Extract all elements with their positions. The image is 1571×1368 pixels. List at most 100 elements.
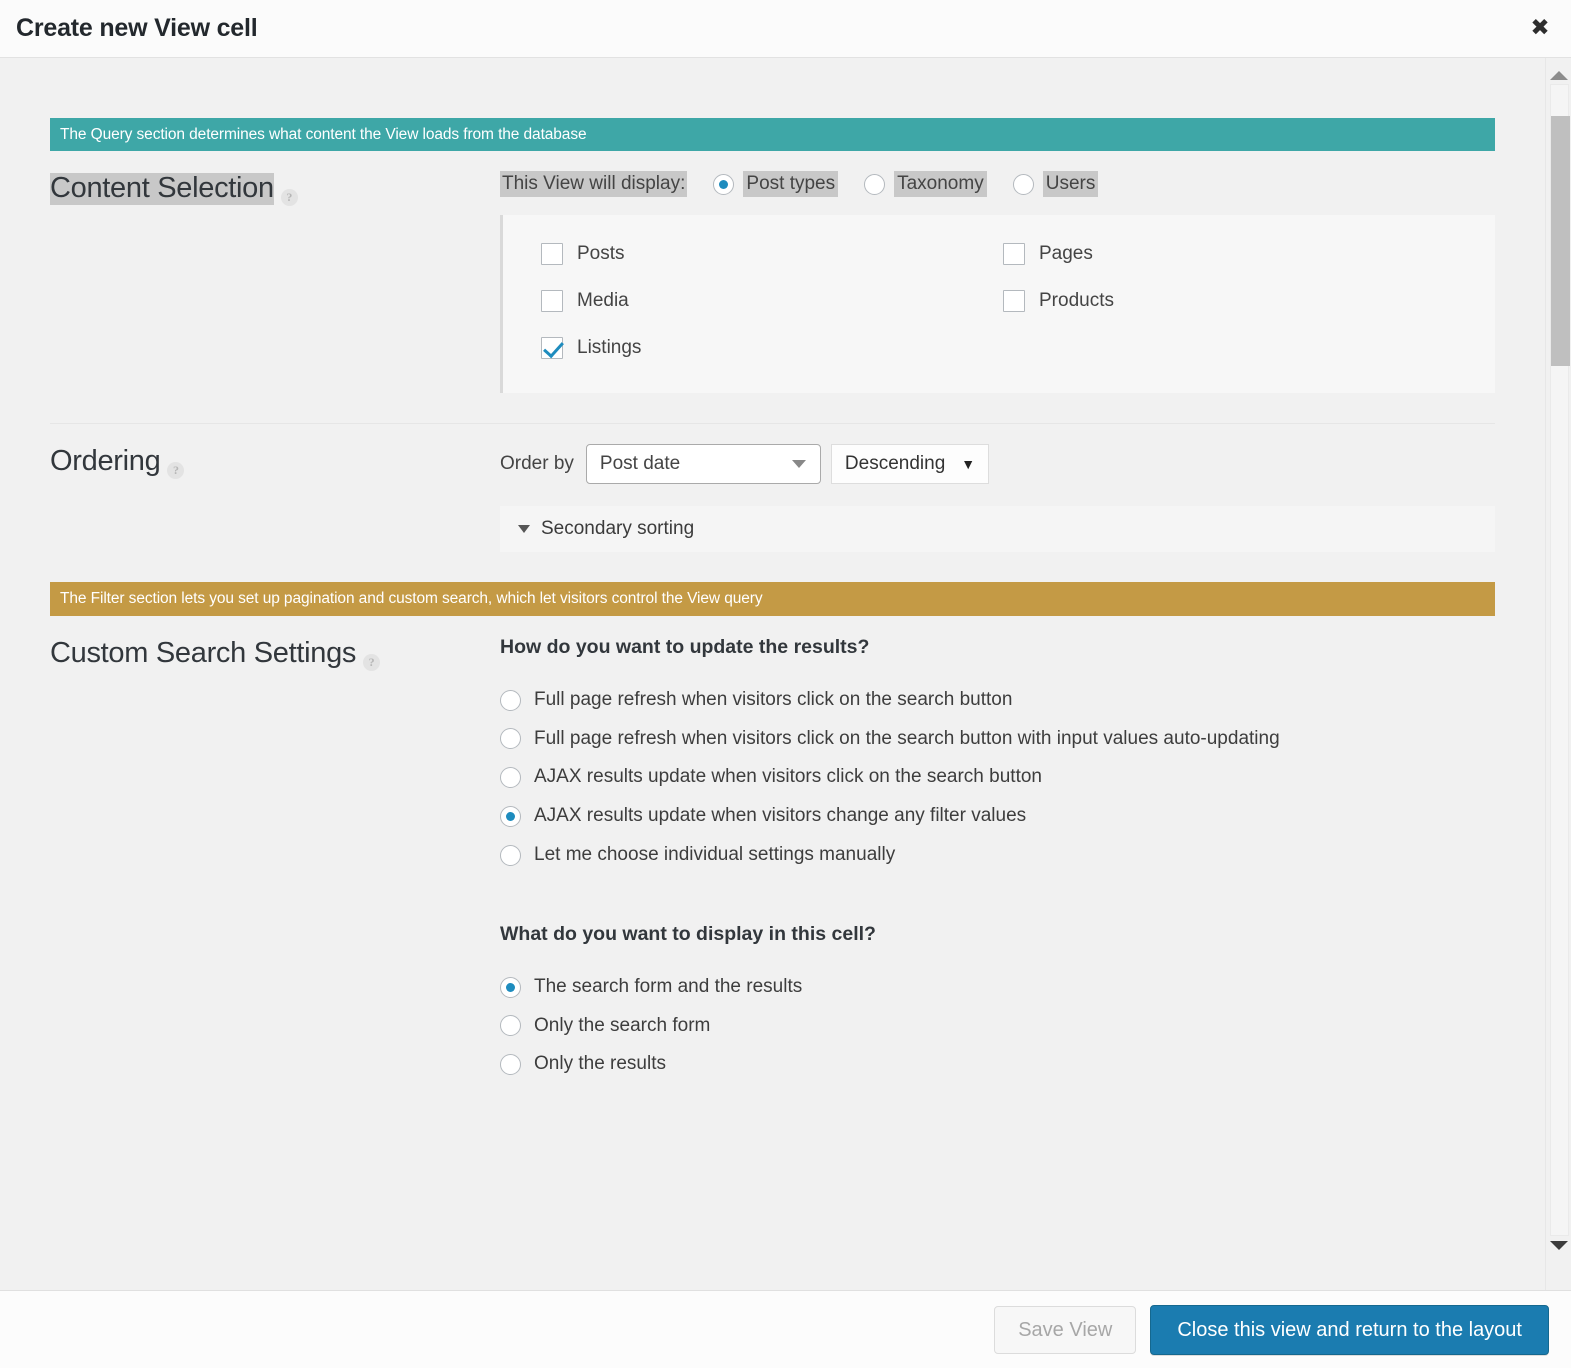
radio-dot-icon[interactable]: [500, 1015, 521, 1036]
dialog-content: The Query section determines what conten…: [0, 58, 1545, 1114]
checkbox-posts[interactable]: Posts: [541, 243, 1003, 265]
radio-label: AJAX results update when visitors change…: [534, 805, 1026, 828]
chevron-down-icon: ▼: [961, 457, 975, 471]
checkbox-icon[interactable]: [541, 290, 563, 312]
page-title: Create new View cell: [16, 14, 258, 43]
display-cell-radio-group: The search form and the results Only the…: [500, 968, 1495, 1084]
radio-label: Only the search form: [534, 1015, 710, 1038]
post-types-panel: Posts Media Listings: [500, 215, 1495, 393]
chevron-down-icon: [792, 460, 806, 468]
post-types-column-right: Pages Products: [1003, 243, 1465, 359]
radio-dot-icon[interactable]: [500, 767, 521, 788]
checkbox-icon[interactable]: [1003, 290, 1025, 312]
radio-dot-icon[interactable]: [500, 806, 521, 827]
radio-only-search-form[interactable]: Only the search form: [500, 1007, 1495, 1046]
radio-dot-icon[interactable]: [713, 174, 734, 195]
order-by-select[interactable]: Post date: [586, 444, 821, 484]
ordering-row: Ordering ? Order by Post date: [50, 424, 1495, 582]
radio-dot-icon[interactable]: [1013, 174, 1034, 195]
radio-label: Only the results: [534, 1053, 666, 1076]
radio-label: Full page refresh when visitors click on…: [534, 728, 1280, 751]
radio-label: Post types: [743, 171, 838, 197]
radio-manual-settings[interactable]: Let me choose individual settings manual…: [500, 836, 1495, 875]
order-direction-select[interactable]: Descending ▼: [831, 444, 989, 484]
checkbox-label: Media: [577, 290, 629, 312]
dialog-body: The Query section determines what conten…: [0, 58, 1571, 1290]
update-results-question: How do you want to update the results?: [500, 636, 1495, 659]
custom-search-field: How do you want to update the results? F…: [500, 636, 1495, 1084]
close-icon[interactable]: ✖: [1523, 12, 1557, 46]
scroll-area: The Query section determines what conten…: [0, 58, 1545, 1290]
dialog-titlebar: Create new View cell ✖: [0, 0, 1571, 58]
custom-search-label: Custom Search Settings: [50, 638, 356, 670]
radio-users[interactable]: Users: [1013, 171, 1099, 197]
update-results-radio-group: Full page refresh when visitors click on…: [500, 681, 1495, 875]
checkbox-label: Posts: [577, 243, 625, 265]
radio-dot-icon[interactable]: [500, 690, 521, 711]
help-icon[interactable]: ?: [281, 189, 298, 206]
help-icon[interactable]: ?: [363, 654, 380, 671]
display-type-row: This View will display: Post types Taxon…: [500, 171, 1495, 197]
checkbox-label: Pages: [1039, 243, 1093, 265]
close-view-return-layout-button[interactable]: Close this view and return to the layout: [1150, 1305, 1549, 1355]
checkbox-media[interactable]: Media: [541, 290, 1003, 312]
radio-dot-icon[interactable]: [500, 728, 521, 749]
triangle-down-icon: [518, 525, 530, 533]
secondary-sorting-toggle[interactable]: Secondary sorting: [500, 506, 1495, 552]
radio-dot-icon[interactable]: [864, 174, 885, 195]
order-by-value: Post date: [600, 453, 680, 475]
help-icon[interactable]: ?: [167, 462, 184, 479]
checkbox-label: Products: [1039, 290, 1114, 312]
checkbox-listings[interactable]: Listings: [541, 337, 1003, 359]
radio-label: Taxonomy: [894, 171, 987, 197]
display-cell-question: What do you want to display in this cell…: [500, 923, 1495, 946]
checkbox-label: Listings: [577, 337, 641, 359]
radio-full-page-refresh[interactable]: Full page refresh when visitors click on…: [500, 681, 1495, 720]
filter-section: Custom Search Settings ? How do you want…: [0, 616, 1545, 1114]
order-by-row: Order by Post date Descending ▼: [500, 444, 1495, 484]
radio-full-page-refresh-auto[interactable]: Full page refresh when visitors click on…: [500, 720, 1495, 759]
save-view-button[interactable]: Save View: [994, 1306, 1136, 1354]
content-selection-label: Content Selection: [50, 173, 274, 205]
custom-search-label-group: Custom Search Settings ?: [50, 636, 500, 671]
query-section-banner: The Query section determines what conten…: [50, 118, 1495, 151]
scroll-down-arrow-icon[interactable]: [1546, 1234, 1571, 1256]
checkbox-icon[interactable]: [1003, 243, 1025, 265]
radio-taxonomy[interactable]: Taxonomy: [864, 171, 987, 197]
radio-only-results[interactable]: Only the results: [500, 1045, 1495, 1084]
radio-label: The search form and the results: [534, 976, 802, 999]
scroll-up-arrow-icon[interactable]: [1546, 64, 1571, 86]
radio-dot-icon[interactable]: [500, 977, 521, 998]
radio-dot-icon[interactable]: [500, 1054, 521, 1075]
custom-search-row: Custom Search Settings ? How do you want…: [50, 616, 1495, 1114]
scrollbar-thumb[interactable]: [1551, 116, 1570, 366]
radio-ajax-on-change[interactable]: AJAX results update when visitors change…: [500, 797, 1495, 836]
order-direction-value: Descending: [845, 453, 945, 475]
checkbox-pages[interactable]: Pages: [1003, 243, 1465, 265]
radio-label: Full page refresh when visitors click on…: [534, 689, 1012, 712]
display-type-lead-label: This View will display:: [500, 171, 687, 197]
create-view-cell-dialog: Create new View cell ✖ The Query section…: [0, 0, 1571, 1368]
order-by-label: Order by: [500, 453, 574, 475]
radio-form-and-results[interactable]: The search form and the results: [500, 968, 1495, 1007]
ordering-label-group: Ordering ?: [50, 444, 500, 479]
ordering-label: Ordering: [50, 446, 160, 478]
content-selection-row: Content Selection ? This View will displ…: [50, 151, 1495, 424]
query-section: Content Selection ? This View will displ…: [0, 151, 1545, 582]
content-selection-label-group: Content Selection ?: [50, 171, 500, 206]
vertical-scrollbar[interactable]: [1545, 58, 1571, 1290]
checkbox-checked-icon[interactable]: [541, 337, 563, 359]
checkbox-products[interactable]: Products: [1003, 290, 1465, 312]
radio-dot-icon[interactable]: [500, 845, 521, 866]
radio-post-types[interactable]: Post types: [713, 171, 838, 197]
secondary-sorting-label: Secondary sorting: [541, 518, 694, 540]
radio-label: Users: [1043, 171, 1099, 197]
radio-label: AJAX results update when visitors click …: [534, 766, 1042, 789]
radio-ajax-on-click[interactable]: AJAX results update when visitors click …: [500, 758, 1495, 797]
post-types-column-left: Posts Media Listings: [541, 243, 1003, 359]
checkbox-icon[interactable]: [541, 243, 563, 265]
ordering-field: Order by Post date Descending ▼: [500, 444, 1495, 552]
filter-section-banner: The Filter section lets you set up pagin…: [50, 582, 1495, 615]
radio-label: Let me choose individual settings manual…: [534, 844, 895, 867]
content-selection-field: This View will display: Post types Taxon…: [500, 171, 1495, 393]
